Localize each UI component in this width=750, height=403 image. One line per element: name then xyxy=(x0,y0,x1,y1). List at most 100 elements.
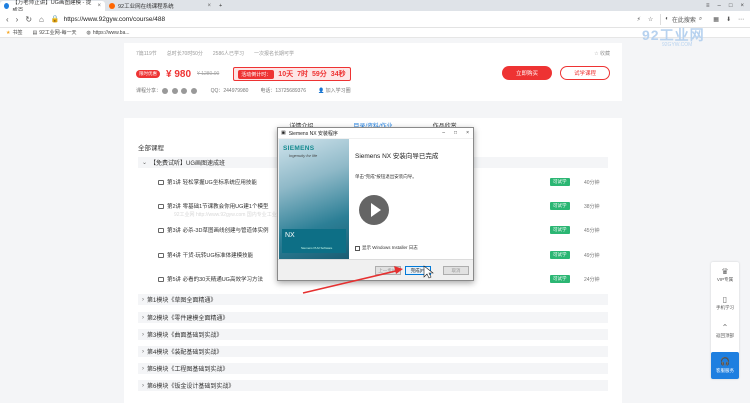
back-to-top-link[interactable]: ⌃ 返回顶部 xyxy=(711,323,739,339)
close-tab-icon[interactable]: × xyxy=(97,3,101,9)
forward-icon[interactable]: › xyxy=(16,15,19,24)
stat-lessons: 7篇119节 xyxy=(136,51,157,57)
browser-tab-system[interactable]: 92工业网在线课程系统 × xyxy=(105,1,215,11)
window-controls: ≡ – □ × xyxy=(706,1,750,11)
bookmark-label: 92工业网-每一天 xyxy=(39,30,77,36)
module-row[interactable]: › 第2模块《零件建模全面精通》 xyxy=(138,312,608,323)
video-icon xyxy=(158,179,164,185)
installer-log-checkbox[interactable]: 显示 Windows Installer 日志 xyxy=(355,245,418,251)
siemens-logo: SIEMENS xyxy=(283,145,315,152)
maximize-icon[interactable]: □ xyxy=(729,3,733,9)
menu-icon[interactable]: ⋯ xyxy=(738,16,744,23)
video-icon xyxy=(158,276,164,282)
course-stats: 7篇119节 总时长70时50分 2586人已学习 一次报名长期可学 xyxy=(136,50,294,57)
chevron-right-icon: › xyxy=(142,296,144,303)
trial-badge[interactable]: 可试学 xyxy=(550,178,570,186)
back-icon[interactable]: ‹ xyxy=(6,15,9,24)
arrow-up-icon: ⌃ xyxy=(721,323,729,332)
site-favicon-icon xyxy=(109,3,115,9)
user-icon: 👤 xyxy=(317,88,325,94)
favorite-button[interactable]: ☆ 收藏 xyxy=(594,50,610,57)
module-label: 第5模块《工程图基础到实战》 xyxy=(147,367,229,373)
back-button[interactable]: 上一步(B) xyxy=(375,266,401,275)
close-window-icon[interactable]: × xyxy=(740,3,744,9)
module-label: 【免费试听】UG画图速成班 xyxy=(150,161,226,167)
join-study-group-link[interactable]: 👤 加入学习圈 xyxy=(318,87,351,94)
service-label: 客服服务 xyxy=(716,368,734,373)
search-label: 在此搜索 xyxy=(671,17,696,24)
module-label: 第3模块《曲面基础到实战》 xyxy=(147,333,223,339)
bookmark-item[interactable]: ★ 书签 xyxy=(6,29,23,37)
trial-badge[interactable]: 可试学 xyxy=(550,226,570,234)
trial-course-button[interactable]: 试学课程 xyxy=(560,66,610,80)
home-icon[interactable]: ⌂ xyxy=(39,15,44,24)
trial-badge[interactable]: 可试学 xyxy=(550,202,570,210)
lesson-duration: 45分钟 xyxy=(584,227,600,234)
current-price: ¥ 980 xyxy=(166,68,192,80)
search-icon[interactable]: ⌕ xyxy=(699,16,702,23)
favorite-icon[interactable]: ☆ xyxy=(648,16,653,23)
crown-icon: ♛ xyxy=(721,267,729,276)
buy-now-button[interactable]: 立即购买 xyxy=(502,66,552,80)
share-label: 课程分享： xyxy=(136,88,162,94)
folder-icon: ▤ xyxy=(32,29,38,36)
module-row[interactable]: › 第3模块《曲面基础到实战》 xyxy=(138,329,608,340)
refresh-icon[interactable]: ↻ xyxy=(25,15,32,24)
stat-learners: 2586人已学习 xyxy=(212,51,245,57)
module-row[interactable]: › 第6模块《钣金设计基础到实战》 xyxy=(138,380,608,391)
dialog-heading: Siemens NX 安装向导已完成 xyxy=(355,153,439,160)
module-row[interactable]: › 第5模块《工程图基础到实战》 xyxy=(138,363,608,374)
join-label: 加入学习圈 xyxy=(325,88,351,94)
site-favicon-icon xyxy=(4,3,10,9)
finish-button[interactable]: 完成(F) xyxy=(405,266,431,275)
lesson-title: 第5讲 必看的30天精通UG高效学习方法 xyxy=(167,277,263,283)
sidebar-label: 手机学习 xyxy=(716,305,734,310)
checkbox-box[interactable] xyxy=(355,245,360,251)
wechat-icon[interactable] xyxy=(181,87,188,94)
browser-tab-course[interactable]: 【万老师正讲】UG画图建模 - 提成百... × xyxy=(0,0,105,14)
minimize-icon[interactable]: – xyxy=(718,3,721,9)
dialog-message: 单击"完成"按钮退出安装向导。 xyxy=(355,174,417,179)
countdown-days: 10天 xyxy=(278,71,294,78)
module-row[interactable]: › 第1模块《草图全面精通》 xyxy=(138,294,608,305)
catalog-title: 全部课程 xyxy=(138,145,164,152)
close-tab-icon[interactable]: × xyxy=(207,3,211,9)
tagline: Ingenuity for life xyxy=(289,153,318,158)
stat-duration: 总时长70时50分 xyxy=(166,51,203,57)
maximize-icon[interactable]: □ xyxy=(454,130,457,136)
video-play-button[interactable] xyxy=(359,195,389,225)
chevron-right-icon: › xyxy=(142,382,144,389)
downloads-icon[interactable]: ⬇ xyxy=(726,16,731,23)
share-area: 课程分享： xyxy=(136,87,199,94)
course-meta-row: 课程分享： QQ：244979980 电话：13725689376 👤 加入学习… xyxy=(136,87,351,94)
vip-link[interactable]: ♛ VIP专属 xyxy=(711,267,739,283)
extension-icon[interactable]: ▦ xyxy=(713,16,719,23)
countdown-label: 活动倒计时： xyxy=(238,69,275,79)
address-bar: ‹ › ↻ ⌂ 🔒 https://www.92gyw.com/course/4… xyxy=(0,11,750,28)
bookmark-item[interactable]: ▤ 92工业网-每一天 xyxy=(32,29,77,37)
reader-icon[interactable]: ⚡ xyxy=(637,16,641,23)
menu-icon[interactable]: ≡ xyxy=(706,3,710,9)
mobile-study-link[interactable]: ▯ 手机学习 xyxy=(711,295,739,311)
chevron-right-icon: › xyxy=(142,348,144,355)
search-box[interactable]: ◐ 在此搜索 ⌕ xyxy=(660,13,706,25)
star-icon: ★ xyxy=(6,29,11,36)
close-icon[interactable]: × xyxy=(466,130,469,136)
qq-icon[interactable] xyxy=(190,87,197,94)
new-tab-icon[interactable]: + xyxy=(215,1,226,11)
url-text: https://www.92gyw.com/course/488 xyxy=(63,15,166,23)
trial-badge[interactable]: 可试学 xyxy=(550,251,570,259)
customer-service-button[interactable]: 🎧 客服服务 xyxy=(711,352,739,379)
globe-icon: ◍ xyxy=(86,29,91,36)
chevron-down-icon: ⌄ xyxy=(142,160,148,166)
cancel-button[interactable]: 取消 xyxy=(443,266,469,275)
bookmark-item[interactable]: ◍ https://www.ba... xyxy=(86,30,129,36)
course-info-card: 7篇119节 总时长70时50分 2586人已学习 一次报名长期可学 ☆ 收藏 … xyxy=(124,43,622,101)
chevron-right-icon: › xyxy=(142,314,144,321)
qzone-icon[interactable] xyxy=(171,87,178,94)
module-row[interactable]: › 第4模块《装配基础到实战》 xyxy=(138,346,608,357)
minimize-icon[interactable]: – xyxy=(442,130,445,136)
weibo-icon[interactable] xyxy=(162,87,169,94)
trial-badge[interactable]: 可试学 xyxy=(550,275,570,283)
url-field[interactable]: 🔒 https://www.92gyw.com/course/488 xyxy=(51,15,481,24)
